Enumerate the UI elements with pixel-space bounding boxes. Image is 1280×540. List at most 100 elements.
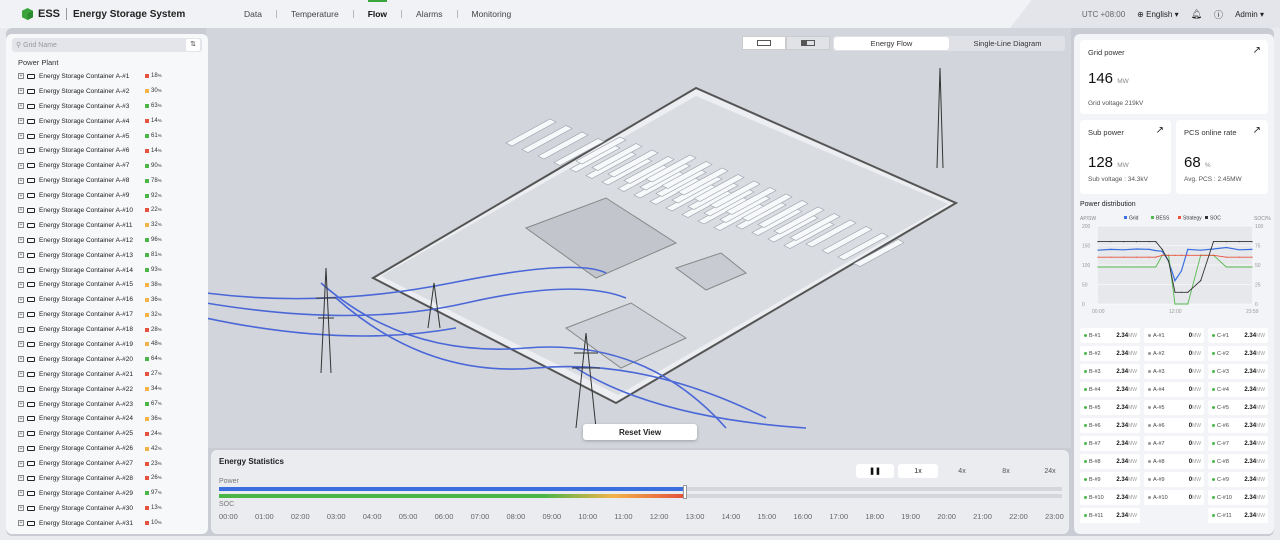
expand-icon[interactable]: + (18, 505, 24, 512)
pause-button[interactable]: ❚❚ (856, 464, 894, 478)
sort-button[interactable]: ⇅ (186, 39, 200, 51)
tree-item[interactable]: + Energy Storage Container A-#4 14% (12, 114, 202, 129)
expand-icon[interactable]: + (18, 415, 24, 422)
expand-icon[interactable]: + (18, 73, 24, 80)
pcs-cell[interactable]: C-#1 2.34MW (1208, 328, 1268, 343)
pcs-cell[interactable]: C-#8 2.34MW (1208, 454, 1268, 469)
expand-icon[interactable]: + (18, 490, 24, 497)
expand-icon[interactable]: + (18, 222, 24, 229)
tree-item[interactable]: + Energy Storage Container A-#12 96% (12, 233, 202, 248)
speed-4x[interactable]: 4x (942, 464, 982, 478)
expand-icon[interactable]: + (18, 103, 24, 110)
pcs-cell[interactable]: A-#1 0MW (1144, 328, 1204, 343)
tree-item[interactable]: + Energy Storage Container A-#30 13% (12, 501, 202, 516)
expand-icon[interactable]: + (18, 445, 24, 452)
tree-item[interactable]: + Energy Storage Container A-#19 48% (12, 337, 202, 352)
pcs-cell[interactable]: C-#5 2.34MW (1208, 400, 1268, 415)
pcs-cell[interactable]: B-#11 2.34MW (1080, 508, 1140, 523)
pcs-online-card[interactable]: PCS online rate ↗ 68 % Avg. PCS : 2.45MW (1176, 120, 1268, 194)
language-select[interactable]: ⊕ English ▾ (1137, 10, 1178, 19)
tree-item[interactable]: + Energy Storage Container A-#5 61% (12, 129, 202, 144)
tree-item[interactable]: + Energy Storage Container A-#23 67% (12, 397, 202, 412)
expand-icon[interactable]: + (18, 311, 24, 318)
view-split-button[interactable] (786, 36, 830, 50)
expand-icon[interactable]: + (18, 475, 24, 482)
tree-item[interactable]: + Energy Storage Container A-#16 36% (12, 292, 202, 307)
expand-icon[interactable]: + (18, 296, 24, 303)
expand-icon[interactable]: + (18, 237, 24, 244)
power-track[interactable] (219, 487, 1062, 491)
expand-icon[interactable]: + (18, 133, 24, 139)
tree-item[interactable]: + Energy Storage Container A-#6 14% (12, 143, 202, 158)
pcs-cell[interactable]: B-#10 2.34MW (1080, 490, 1140, 505)
expand-icon[interactable]: + (18, 326, 24, 333)
pcs-cell[interactable]: A-#4 0MW (1144, 382, 1204, 397)
user-menu[interactable]: Admin ▾ (1235, 10, 1264, 19)
expand-arrow-icon[interactable]: ↗ (1156, 125, 1164, 136)
pcs-cell[interactable]: B-#7 2.34MW (1080, 436, 1140, 451)
tree-item[interactable]: + Energy Storage Container A-#15 38% (12, 277, 202, 292)
pcs-cell[interactable]: C-#6 2.34MW (1208, 418, 1268, 433)
reset-view-button[interactable]: Reset View (583, 424, 697, 440)
pcs-cell[interactable]: B-#2 2.34MW (1080, 346, 1140, 361)
tree-item[interactable]: + Energy Storage Container A-#26 42% (12, 441, 202, 456)
pcs-cell[interactable]: B-#6 2.34MW (1080, 418, 1140, 433)
expand-icon[interactable]: + (18, 341, 24, 348)
pcs-cell[interactable]: B-#3 2.34MW (1080, 364, 1140, 379)
tree-item[interactable]: + Energy Storage Container A-#9 92% (12, 188, 202, 203)
pcs-cell[interactable]: A-#9 0MW (1144, 472, 1204, 487)
expand-icon[interactable]: + (18, 460, 24, 467)
pcs-cell[interactable]: C-#4 2.34MW (1208, 382, 1268, 397)
pcs-cell[interactable]: B-#4 2.34MW (1080, 382, 1140, 397)
expand-icon[interactable]: + (18, 520, 24, 527)
expand-arrow-icon[interactable]: ↗ (1253, 45, 1261, 56)
tree-item[interactable]: + Energy Storage Container A-#29 97% (12, 486, 202, 501)
expand-icon[interactable]: + (18, 162, 24, 169)
tree-item[interactable]: + Energy Storage Container A-#24 36% (12, 411, 202, 426)
nav-temperature[interactable]: Temperature (277, 9, 353, 19)
pcs-cell[interactable]: C-#9 2.34MW (1208, 472, 1268, 487)
expand-icon[interactable]: + (18, 192, 24, 199)
help-icon[interactable]: ⓘ (1214, 8, 1223, 21)
tree-item[interactable]: + Energy Storage Container A-#17 32% (12, 307, 202, 322)
pcs-cell[interactable]: B-#8 2.34MW (1080, 454, 1140, 469)
pcs-cell[interactable]: A-#8 0MW (1144, 454, 1204, 469)
pcs-cell[interactable]: A-#7 0MW (1144, 436, 1204, 451)
tree-item[interactable]: + Energy Storage Container A-#18 28% (12, 322, 202, 337)
pcs-cell[interactable]: A-#5 0MW (1144, 400, 1204, 415)
3d-scene[interactable] (205, 28, 1071, 448)
tree-item[interactable]: + Energy Storage Container A-#21 27% (12, 367, 202, 382)
expand-icon[interactable]: + (18, 386, 24, 393)
grid-power-card[interactable]: Grid power ↗ 146 MW Grid voltage 219kV (1080, 40, 1268, 114)
expand-icon[interactable]: + (18, 118, 24, 125)
pcs-cell[interactable]: A-#3 0MW (1144, 364, 1204, 379)
tree-item[interactable]: + Energy Storage Container A-#3 63% (12, 99, 202, 114)
search-box[interactable]: ⚲ Grid Name ⇅ (12, 38, 202, 52)
expand-arrow-icon[interactable]: ↗ (1253, 125, 1261, 136)
tree-item[interactable]: + Energy Storage Container A-#10 22% (12, 203, 202, 218)
expand-icon[interactable]: + (18, 430, 24, 437)
tree-item[interactable]: + Energy Storage Container A-#31 10% (12, 516, 202, 531)
search-input[interactable]: Grid Name (23, 42, 57, 49)
tree-item[interactable]: + Energy Storage Container A-#11 32% (12, 218, 202, 233)
pcs-cell[interactable]: A-#2 0MW (1144, 346, 1204, 361)
tree-item[interactable]: + Energy Storage Container A-#1 18% (12, 69, 202, 84)
expand-icon[interactable]: + (18, 207, 24, 214)
tree-item[interactable]: + Energy Storage Container A-#2 30% (12, 84, 202, 99)
pcs-cell[interactable]: A-#10 0MW (1144, 490, 1204, 505)
bell-icon[interactable]: 🔔︎ (1191, 9, 1202, 20)
tree-item[interactable]: + Energy Storage Container A-#22 34% (12, 382, 202, 397)
speed-8x[interactable]: 8x (986, 464, 1026, 478)
pcs-cell[interactable]: A-#6 0MW (1144, 418, 1204, 433)
nav-flow[interactable]: Flow (354, 0, 401, 19)
pcs-cell[interactable]: C-#2 2.34MW (1208, 346, 1268, 361)
timeline-handle[interactable] (682, 485, 687, 499)
pcs-cell[interactable]: C-#3 2.34MW (1208, 364, 1268, 379)
tree-item[interactable]: + Energy Storage Container A-#14 93% (12, 263, 202, 278)
expand-icon[interactable]: + (18, 252, 24, 259)
tree-item[interactable]: + Energy Storage Container A-#7 90% (12, 158, 202, 173)
pcs-cell[interactable]: B-#9 2.34MW (1080, 472, 1140, 487)
tree-item[interactable]: + Energy Storage Container A-#13 81% (12, 248, 202, 263)
expand-icon[interactable]: + (18, 371, 24, 378)
tab-single-line-diagram[interactable]: Single-Line Diagram (950, 36, 1065, 51)
